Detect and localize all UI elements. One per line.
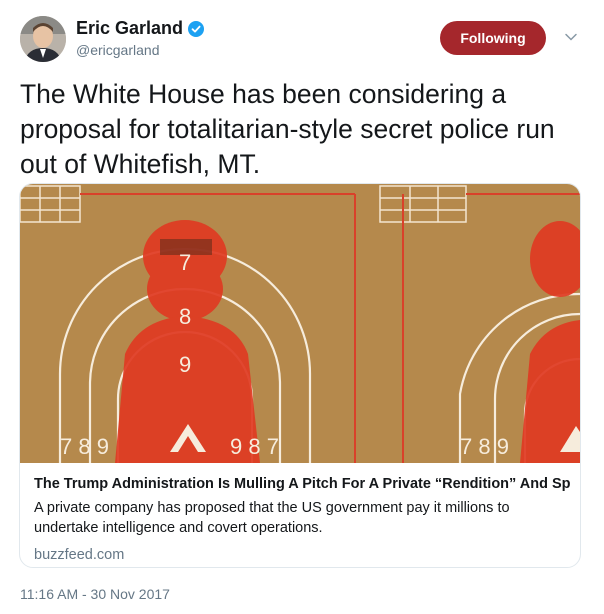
avatar[interactable] bbox=[20, 16, 66, 62]
svg-text:7 8 9: 7 8 9 bbox=[460, 434, 509, 459]
link-card[interactable]: 7 8 9 7 8 9 9 8 7 7 8 9 The Trump Admini… bbox=[19, 183, 581, 568]
svg-text:9: 9 bbox=[179, 352, 191, 377]
link-card-body: The Trump Administration Is Mulling A Pi… bbox=[34, 474, 570, 565]
author-handle[interactable]: @ericgarland bbox=[76, 42, 159, 58]
profile-photo-icon bbox=[20, 16, 66, 62]
link-card-description: A private company has proposed that the … bbox=[34, 500, 510, 536]
verified-badge-icon bbox=[188, 20, 205, 37]
following-button[interactable]: Following bbox=[440, 21, 546, 55]
svg-text:7: 7 bbox=[179, 250, 191, 275]
chevron-down-icon[interactable] bbox=[564, 30, 578, 44]
svg-text:8: 8 bbox=[179, 304, 191, 329]
link-card-title[interactable]: The Trump Administration Is Mulling A Pi… bbox=[34, 474, 570, 494]
link-card-domain: buzzfeed.com bbox=[34, 547, 125, 563]
tweet-text: The White House has been considering a p… bbox=[20, 79, 555, 179]
shooting-target-illustration-icon[interactable]: 7 8 9 7 8 9 9 8 7 7 8 9 bbox=[20, 184, 580, 463]
tweet-header: Eric Garland @ericgarland Following bbox=[0, 0, 604, 70]
tweet-timestamp[interactable]: 11:16 AM - 30 Nov 2017 bbox=[20, 586, 170, 602]
author-display-name[interactable]: Eric Garland bbox=[76, 18, 183, 39]
author-name-row: Eric Garland bbox=[76, 18, 205, 39]
svg-text:7 8 9: 7 8 9 bbox=[60, 434, 109, 459]
svg-text:9 8 7: 9 8 7 bbox=[230, 434, 279, 459]
